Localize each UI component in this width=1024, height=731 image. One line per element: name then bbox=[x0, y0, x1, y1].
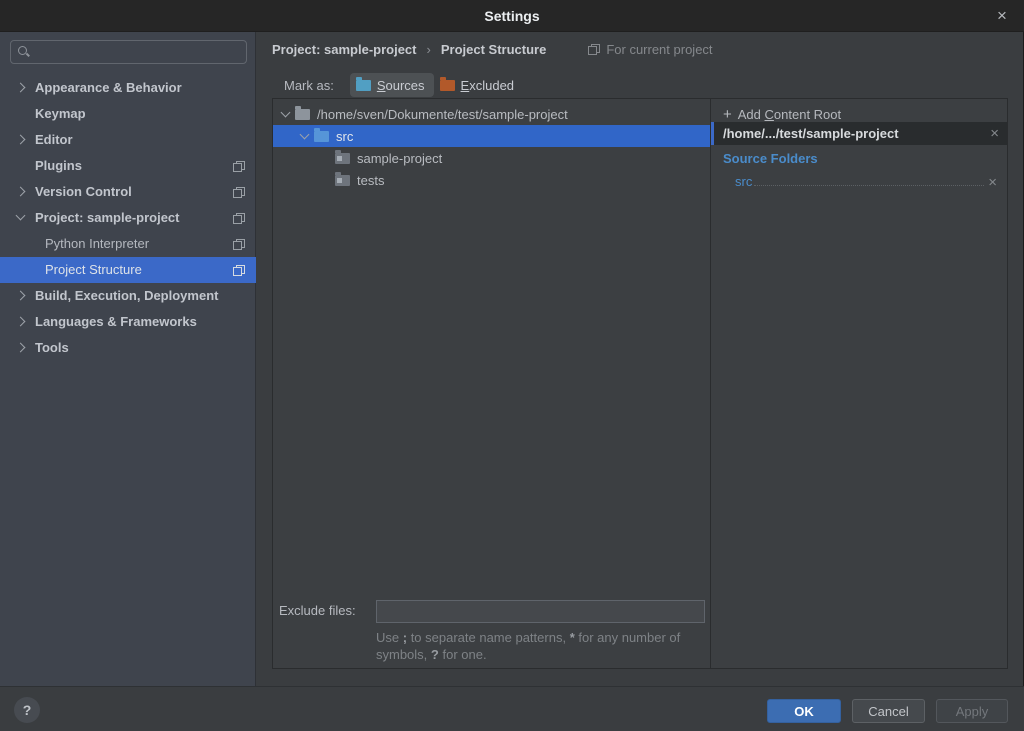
sidebar-item-label: Keymap bbox=[35, 106, 86, 121]
per-project-badge-icon bbox=[233, 213, 245, 224]
dialog-buttons: OK Cancel Apply bbox=[767, 699, 1008, 723]
content-root-tree-pane: /home/sven/Dokumente/test/sample-project… bbox=[273, 99, 711, 668]
chevron-down-icon[interactable] bbox=[281, 108, 291, 118]
sidebar-item-label: Editor bbox=[35, 132, 73, 147]
excluded-folder-icon bbox=[440, 80, 455, 91]
chevron-right-icon bbox=[16, 317, 26, 327]
close-icon[interactable]: × bbox=[990, 4, 1014, 28]
tree-row-label: tests bbox=[357, 173, 384, 188]
excluded-label: Excluded bbox=[461, 78, 514, 93]
breadcrumb-project[interactable]: Project: sample-project bbox=[272, 42, 417, 57]
sidebar-item-label: Project: sample-project bbox=[35, 210, 180, 225]
project-structure-panels: /home/sven/Dokumente/test/sample-project… bbox=[272, 98, 1008, 669]
source-folder-name: src bbox=[735, 174, 752, 190]
tree-row-sample-project[interactable]: sample-project bbox=[273, 147, 710, 169]
exclude-files-label: Exclude files: bbox=[279, 603, 356, 618]
per-project-badge-icon bbox=[233, 187, 245, 198]
chevron-right-icon bbox=[16, 291, 26, 301]
sidebar-item-label: Tools bbox=[35, 340, 69, 355]
chevron-right-icon bbox=[16, 83, 26, 93]
sidebar-item-build-execution-deployment[interactable]: Build, Execution, Deployment bbox=[0, 283, 256, 309]
title-bar: Settings × bbox=[0, 0, 1024, 32]
sidebar-item-label: Project Structure bbox=[45, 262, 142, 277]
tree-row-tests[interactable]: tests bbox=[273, 169, 710, 191]
chevron-right-icon bbox=[16, 135, 26, 145]
sidebar-item-appearance-behavior[interactable]: Appearance & Behavior bbox=[0, 75, 256, 101]
add-content-root-label: Add Content Root bbox=[738, 107, 841, 122]
per-project-badge-icon bbox=[588, 44, 600, 55]
mark-as-excluded-button[interactable]: Excluded bbox=[434, 73, 523, 97]
breadcrumb-separator-icon: › bbox=[427, 42, 431, 57]
sidebar-item-label: Plugins bbox=[35, 158, 82, 173]
sources-label: Sources bbox=[377, 78, 425, 93]
dialog-footer: ? OK Cancel Apply bbox=[0, 686, 1024, 731]
settings-sidebar: Appearance & Behavior Keymap Editor Plug… bbox=[0, 32, 256, 686]
tree-row-label: /home/sven/Dokumente/test/sample-project bbox=[317, 107, 568, 122]
per-project-badge-icon bbox=[233, 161, 245, 172]
scope-note: For current project bbox=[588, 42, 712, 57]
sidebar-item-project-sample-project[interactable]: Project: sample-project bbox=[0, 205, 256, 231]
sidebar-item-project-structure[interactable]: Project Structure bbox=[0, 257, 256, 283]
ok-button[interactable]: OK bbox=[767, 699, 841, 723]
tree-row-label: sample-project bbox=[357, 151, 442, 166]
source-root-folder-icon bbox=[314, 131, 329, 142]
tree-row-content-root[interactable]: /home/sven/Dokumente/test/sample-project bbox=[273, 103, 710, 125]
remove-source-folder-icon[interactable]: × bbox=[988, 175, 997, 190]
mark-as-toolbar: Mark as: Sources Excluded bbox=[284, 72, 523, 98]
source-folder-row[interactable]: src × bbox=[735, 170, 997, 190]
tree-row-src[interactable]: src bbox=[273, 125, 710, 147]
remove-content-root-icon[interactable]: × bbox=[990, 126, 999, 141]
dotted-leader bbox=[754, 185, 984, 186]
sidebar-item-editor[interactable]: Editor bbox=[0, 127, 256, 153]
sidebar-item-tools[interactable]: Tools bbox=[0, 335, 256, 361]
mark-as-label: Mark as: bbox=[284, 78, 334, 93]
directory-tree: /home/sven/Dokumente/test/sample-project… bbox=[273, 99, 710, 191]
source-folders-title: Source Folders bbox=[723, 151, 818, 166]
sidebar-item-label: Build, Execution, Deployment bbox=[35, 288, 218, 303]
chevron-down-icon bbox=[16, 211, 26, 221]
help-button[interactable]: ? bbox=[14, 697, 40, 723]
sidebar-item-label: Python Interpreter bbox=[45, 236, 149, 251]
add-icon: + bbox=[723, 106, 732, 123]
per-project-badge-icon bbox=[233, 239, 245, 250]
folder-icon bbox=[295, 109, 310, 120]
per-project-badge-icon bbox=[233, 265, 245, 276]
sidebar-item-python-interpreter[interactable]: Python Interpreter bbox=[0, 231, 256, 257]
exclude-files-input[interactable] bbox=[376, 600, 705, 623]
settings-search-box[interactable] bbox=[10, 40, 247, 64]
tree-row-label: src bbox=[336, 129, 353, 144]
breadcrumb: Project: sample-project › Project Struct… bbox=[272, 40, 713, 58]
breadcrumb-page[interactable]: Project Structure bbox=[441, 42, 546, 57]
settings-nav: Appearance & Behavior Keymap Editor Plug… bbox=[0, 75, 256, 361]
content-roots-pane: + Add Content Root /home/.../test/sample… bbox=[711, 99, 1007, 668]
sidebar-item-keymap[interactable]: Keymap bbox=[0, 101, 256, 127]
sidebar-item-label: Appearance & Behavior bbox=[35, 80, 182, 95]
folder-icon bbox=[335, 153, 350, 164]
sidebar-item-plugins[interactable]: Plugins bbox=[0, 153, 256, 179]
folder-icon bbox=[335, 175, 350, 186]
content-root-row[interactable]: /home/.../test/sample-project × bbox=[711, 122, 1007, 145]
source-folder-icon bbox=[356, 80, 371, 91]
apply-button[interactable]: Apply bbox=[936, 699, 1008, 723]
sidebar-item-version-control[interactable]: Version Control bbox=[0, 179, 256, 205]
scope-note-label: For current project bbox=[606, 42, 712, 57]
sidebar-item-languages-frameworks[interactable]: Languages & Frameworks bbox=[0, 309, 256, 335]
window-title: Settings bbox=[484, 8, 539, 24]
exclude-files-hint: Use ; to separate name patterns, * for a… bbox=[376, 629, 721, 663]
content-root-path: /home/.../test/sample-project bbox=[723, 126, 990, 141]
sidebar-item-label: Languages & Frameworks bbox=[35, 314, 197, 329]
chevron-right-icon bbox=[16, 187, 26, 197]
search-icon bbox=[17, 45, 31, 59]
chevron-down-icon[interactable] bbox=[300, 130, 310, 140]
search-input[interactable] bbox=[36, 45, 240, 60]
mark-as-sources-button[interactable]: Sources bbox=[350, 73, 434, 97]
chevron-right-icon bbox=[16, 343, 26, 353]
cancel-button[interactable]: Cancel bbox=[852, 699, 925, 723]
sidebar-item-label: Version Control bbox=[35, 184, 132, 199]
